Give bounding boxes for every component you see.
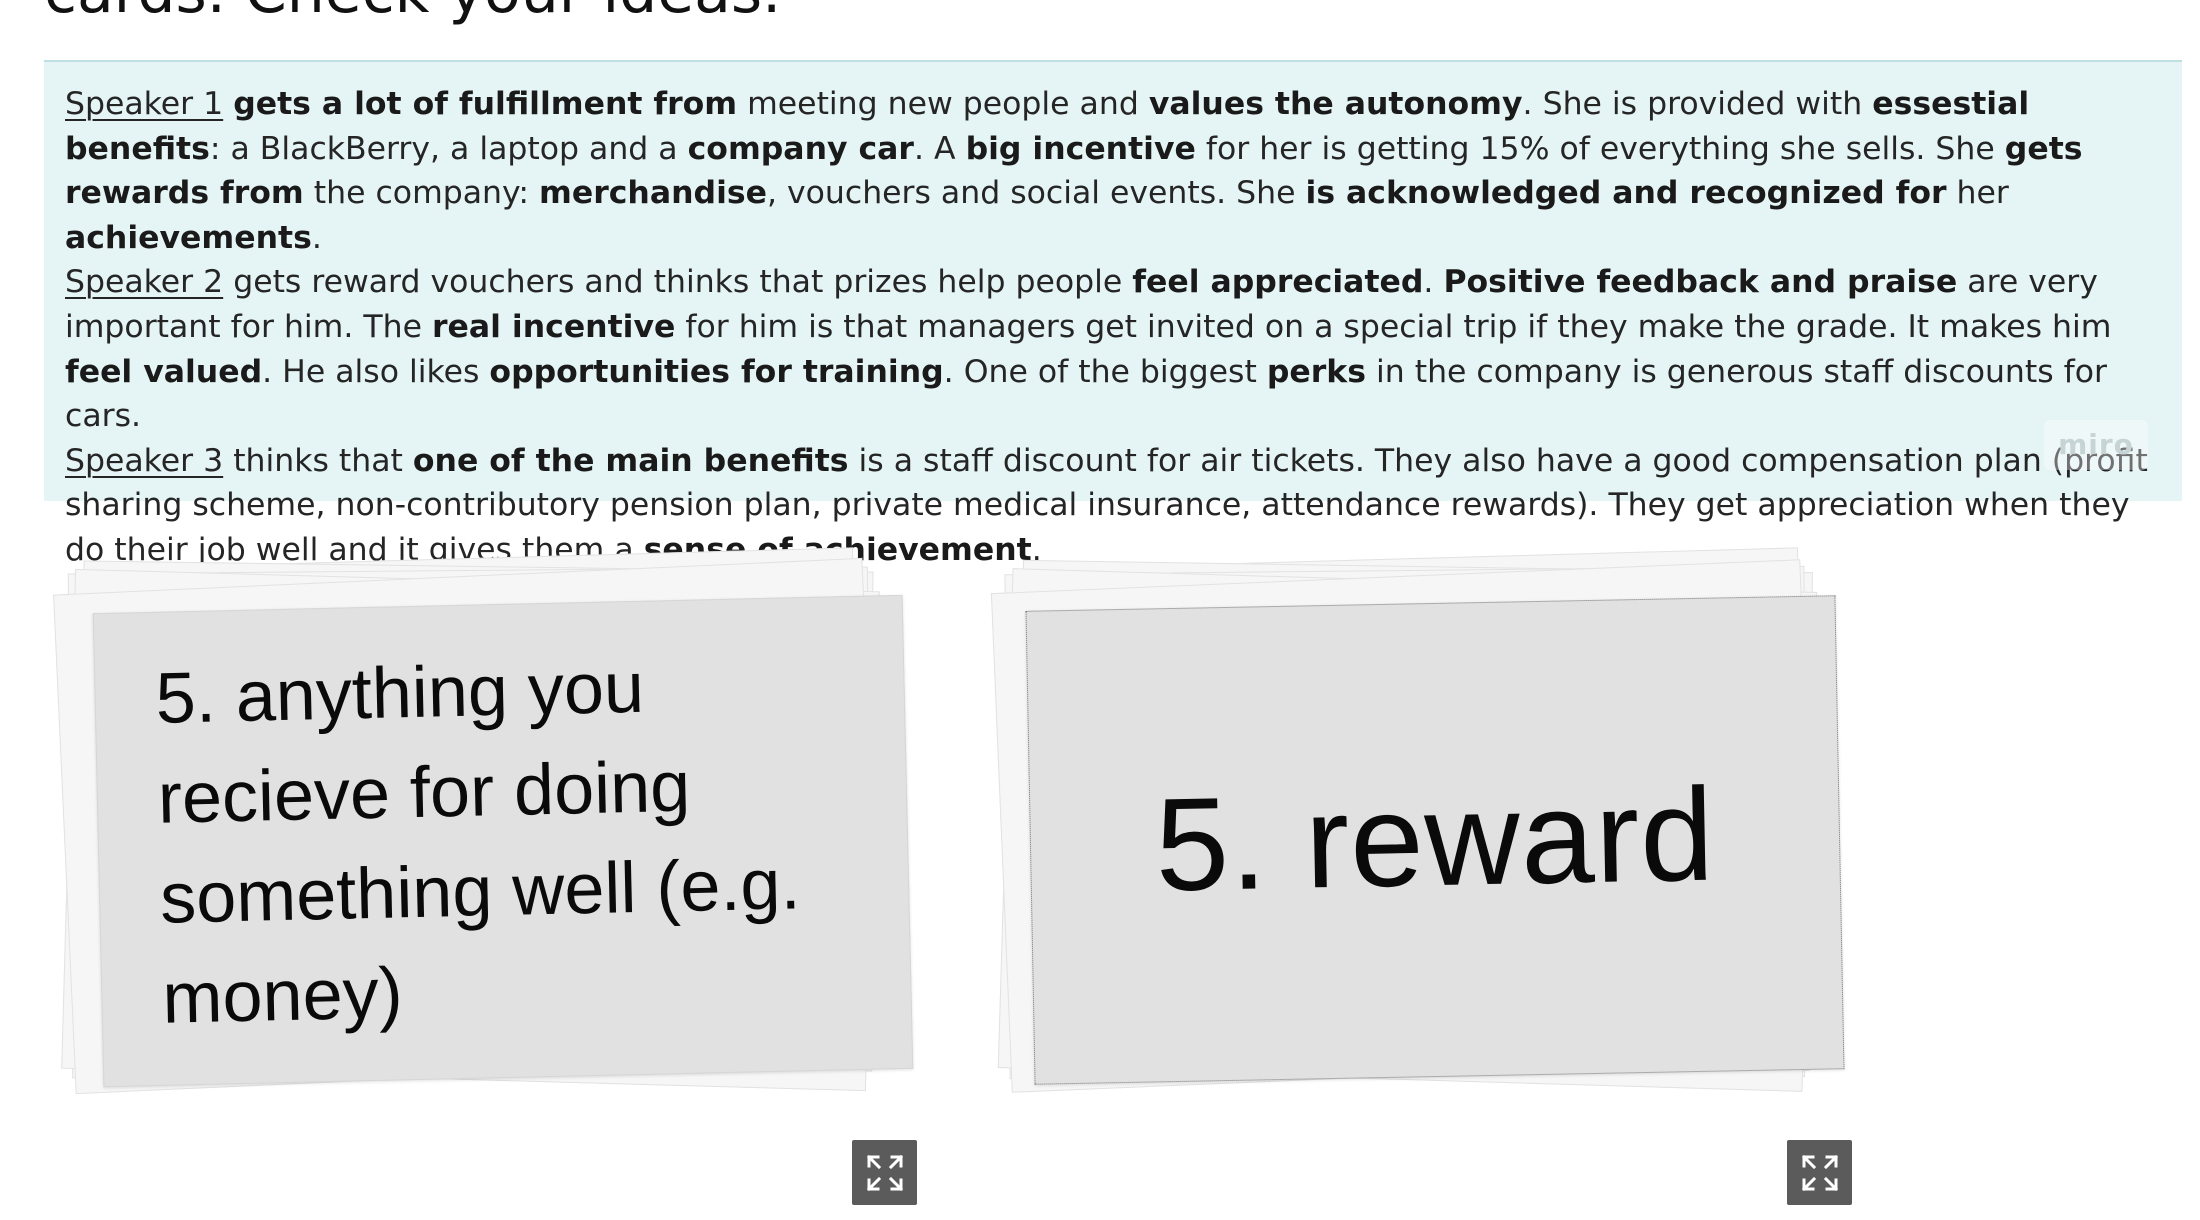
keyphrase: achievements <box>65 219 312 256</box>
speaker-2-paragraph: Speaker 2 gets reward vouchers and think… <box>65 260 2162 438</box>
keyphrase: opportunities for training <box>489 353 944 390</box>
expand-arrows-icon <box>1801 1154 1838 1191</box>
text-run: . He also likes <box>262 353 490 390</box>
text-run: gets reward vouchers and thinks that pri… <box>223 264 1133 301</box>
text-run: meeting new people and <box>737 86 1149 122</box>
speaker-3-label: Speaker 3 <box>65 442 224 479</box>
text-run: . One of the biggest <box>943 353 1267 390</box>
text-run: the company: <box>303 175 540 212</box>
page-heading: cards. Check your ideas. <box>44 0 781 22</box>
flashcard-text: 5. anything you recieve for doing someth… <box>154 647 802 1039</box>
keyphrase: company car <box>687 130 914 167</box>
flashcard-deck-definition: 5. anything you recieve for doing someth… <box>40 540 940 1205</box>
expand-button[interactable] <box>1787 1140 1852 1205</box>
keyphrase: perks <box>1266 353 1366 390</box>
flashcard-text: 5. reward <box>1154 760 1716 919</box>
flashcard-deck-term: 5. reward <box>975 540 1875 1205</box>
text-run: : a BlackBerry, a laptop and a <box>209 130 688 167</box>
keyphrase: one of the main benefits <box>412 442 849 479</box>
keyphrase: real incentive <box>432 308 676 345</box>
text-run: . <box>1423 264 1444 301</box>
keyphrase: feel appreciated <box>1132 264 1424 301</box>
text-run: , vouchers and social events. She <box>766 175 1306 212</box>
keyphrase: feel valued <box>65 353 263 390</box>
speaker-2-label: Speaker 2 <box>65 264 224 301</box>
text-run <box>223 86 233 122</box>
keyphrase: gets a lot of fulfillment from <box>233 86 738 122</box>
keyphrase: values the autonomy <box>1148 86 1523 122</box>
keyphrase: merchandise <box>539 175 767 212</box>
speaker-1-paragraph: Speaker 1 gets a lot of fulfillment from… <box>65 82 2162 260</box>
flashcard[interactable]: 5. anything you recieve for doing someth… <box>92 594 914 1088</box>
expand-button[interactable] <box>852 1140 917 1205</box>
text-run: thinks that <box>223 442 413 479</box>
text-run: . A <box>913 130 966 167</box>
text-run: her <box>1946 175 2009 212</box>
text-run: . She is provided with <box>1522 86 1873 122</box>
keyphrase: Positive feedback and praise <box>1443 264 1958 301</box>
text-run: . <box>311 219 322 256</box>
flashcard[interactable]: 5. reward <box>1025 595 1845 1085</box>
keyphrase: big incentive <box>965 130 1196 167</box>
keyphrase: is acknowledged and recognized for <box>1305 175 1947 212</box>
transcript-panel: Speaker 1 gets a lot of fulfillment from… <box>44 60 2182 568</box>
speaker-1-label: Speaker 1 <box>65 86 224 122</box>
miro-watermark: miro <box>2044 420 2148 470</box>
expand-arrows-icon <box>866 1154 903 1191</box>
text-run: for her is getting 15% of everything she… <box>1195 130 2005 167</box>
text-run: for him is that managers get invited on … <box>675 308 2112 345</box>
